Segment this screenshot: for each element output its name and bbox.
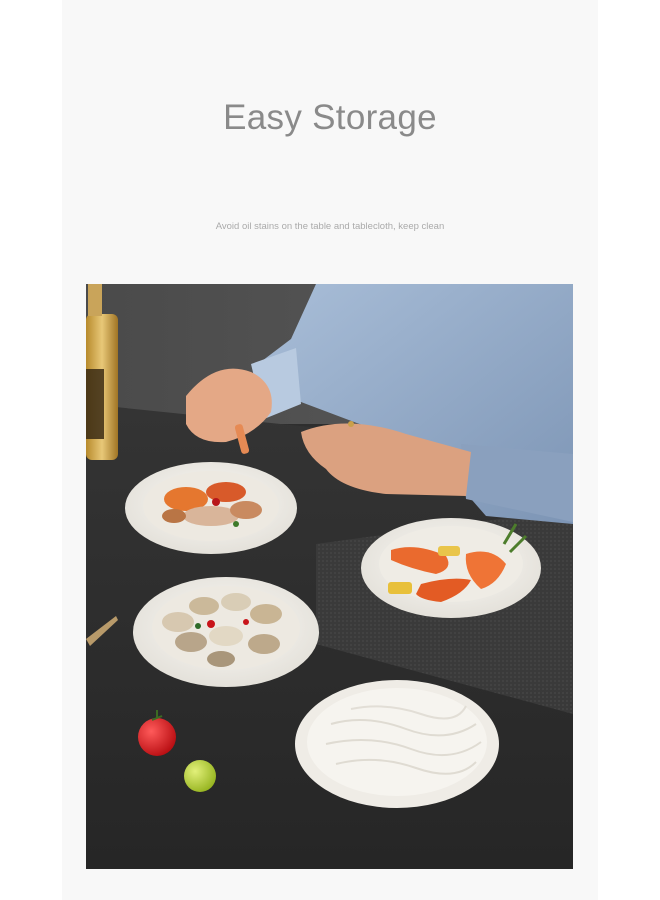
- product-photo: [86, 284, 573, 869]
- plate-shrimp: [361, 518, 541, 618]
- plate-seafood-mix: [125, 462, 297, 554]
- page-title: Easy Storage: [223, 98, 437, 137]
- product-photo-illustration: [86, 284, 573, 869]
- page-subtitle: Avoid oil stains on the table and tablec…: [215, 221, 445, 232]
- plate-empty-textured: [295, 680, 499, 808]
- plate-clams: [133, 577, 319, 687]
- green-grape: [184, 760, 216, 792]
